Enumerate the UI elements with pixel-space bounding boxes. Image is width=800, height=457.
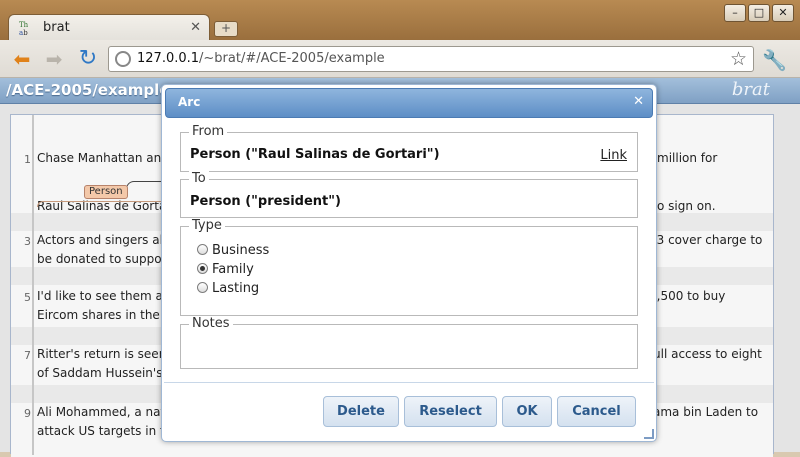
sentence-text[interactable]: o sign on. (657, 199, 716, 213)
wrench-icon[interactable]: 🔧 (762, 48, 787, 72)
arc-line[interactable] (126, 181, 164, 193)
tab-title: brat (43, 20, 70, 35)
dialog-close-icon[interactable]: ✕ (633, 94, 644, 109)
line-number: 9 (24, 407, 31, 420)
from-fieldset: From Person ("Raul Salinas de Gortari") … (180, 124, 638, 172)
type-option-business[interactable]: Business (197, 243, 269, 261)
tab-close-icon[interactable]: ✕ (190, 20, 201, 35)
maximize-button[interactable]: □ (748, 4, 770, 22)
radio-button[interactable] (197, 244, 208, 255)
bookmark-star-icon[interactable]: ☆ (730, 48, 747, 70)
sentence-text[interactable]: attack US targets in t (37, 424, 165, 438)
url-host: 127.0.0.1 (137, 51, 200, 66)
line-number-gutter (32, 115, 34, 455)
type-option-label: Family (212, 262, 254, 277)
radio-button-checked[interactable] (197, 263, 208, 274)
sentence-text[interactable]: of Saddam Hussein's (37, 366, 162, 380)
sentence-text[interactable]: Eircom shares in the (37, 308, 160, 322)
type-option-label: Business (212, 243, 270, 258)
reload-icon[interactable]: ↻ (76, 47, 100, 71)
sentence-text[interactable]: 13 cover charge to (649, 233, 762, 247)
minimize-button[interactable]: – (724, 4, 746, 22)
from-legend: From (189, 124, 228, 139)
delete-button[interactable]: Delete (323, 396, 399, 427)
address-bar[interactable]: 127.0.0.1/~brat/#/ACE-2005/example ☆ (108, 46, 754, 72)
notes-fieldset: Notes (180, 316, 638, 369)
brat-logo: brat (731, 79, 770, 100)
sentence-text[interactable]: be donated to suppor (37, 252, 166, 266)
line-number: 7 (24, 349, 31, 362)
line-number: 3 (24, 235, 31, 248)
link-button[interactable]: Link (600, 148, 627, 163)
resize-grip-icon[interactable] (644, 429, 654, 439)
to-legend: To (189, 171, 209, 186)
sentence-text[interactable]: Actors and singers al (37, 233, 163, 247)
sentence-text[interactable]: I'd like to see them ac (37, 289, 170, 303)
sentence-text[interactable]: Chase Manhattan and (37, 151, 169, 165)
type-option-lasting[interactable]: Lasting (197, 281, 259, 299)
browser-toolbar: ⬅ ➡ ↻ 127.0.0.1/~brat/#/ACE-2005/example… (0, 40, 800, 78)
type-fieldset: Type Business Family Lasting (180, 218, 638, 316)
to-fieldset: To Person ("president") (180, 171, 638, 218)
dialog-titlebar[interactable]: Arc ✕ (165, 88, 653, 118)
url-path: /~brat/#/ACE-2005/example (199, 51, 385, 66)
sentence-text[interactable]: Ali Mohammed, a nat (37, 405, 165, 419)
close-window-button[interactable]: ✕ (772, 4, 794, 22)
browser-titlebar: Th ab brat ✕ + – □ ✕ (0, 0, 800, 41)
to-value: Person ("president") (190, 194, 341, 209)
back-arrow-icon[interactable]: ⬅ (10, 47, 34, 71)
line-number: 1 (24, 153, 31, 166)
browser-tab[interactable]: Th ab brat ✕ (8, 14, 210, 41)
span-underline (37, 201, 165, 207)
brat-favicon-icon: Th ab (19, 21, 29, 37)
url-text: 127.0.0.1/~brat/#/ACE-2005/example (137, 51, 385, 66)
dialog-title: Arc (178, 95, 201, 109)
sentence-text[interactable]: million for (657, 151, 717, 165)
notes-legend: Notes (189, 316, 233, 331)
reselect-button[interactable]: Reselect (404, 396, 497, 427)
ok-button[interactable]: OK (502, 396, 552, 427)
span-label-person[interactable]: Person (84, 185, 128, 199)
cancel-button[interactable]: Cancel (557, 396, 636, 427)
radio-button[interactable] (197, 282, 208, 293)
new-tab-button[interactable]: + (214, 21, 238, 37)
from-value: Person ("Raul Salinas de Gortari") (190, 147, 440, 162)
forward-arrow-icon[interactable]: ➡ (42, 47, 66, 71)
arc-dialog: Arc ✕ From Person ("Raul Salinas de Gort… (161, 84, 657, 442)
line-number: 5 (24, 291, 31, 304)
type-option-label: Lasting (212, 281, 260, 296)
document-path[interactable]: /ACE-2005/example (6, 81, 169, 99)
type-option-family[interactable]: Family (197, 262, 254, 280)
notes-input[interactable] (189, 335, 629, 363)
type-legend: Type (189, 218, 225, 233)
sentence-text[interactable]: 0,500 to buy (649, 289, 725, 303)
sentence-text[interactable]: ama bin Laden to (653, 405, 758, 419)
sentence-text[interactable]: Ritter's return is seen (37, 347, 166, 361)
globe-icon (115, 51, 131, 67)
dialog-separator (164, 382, 654, 383)
sentence-text[interactable]: ull access to eight (653, 347, 762, 361)
